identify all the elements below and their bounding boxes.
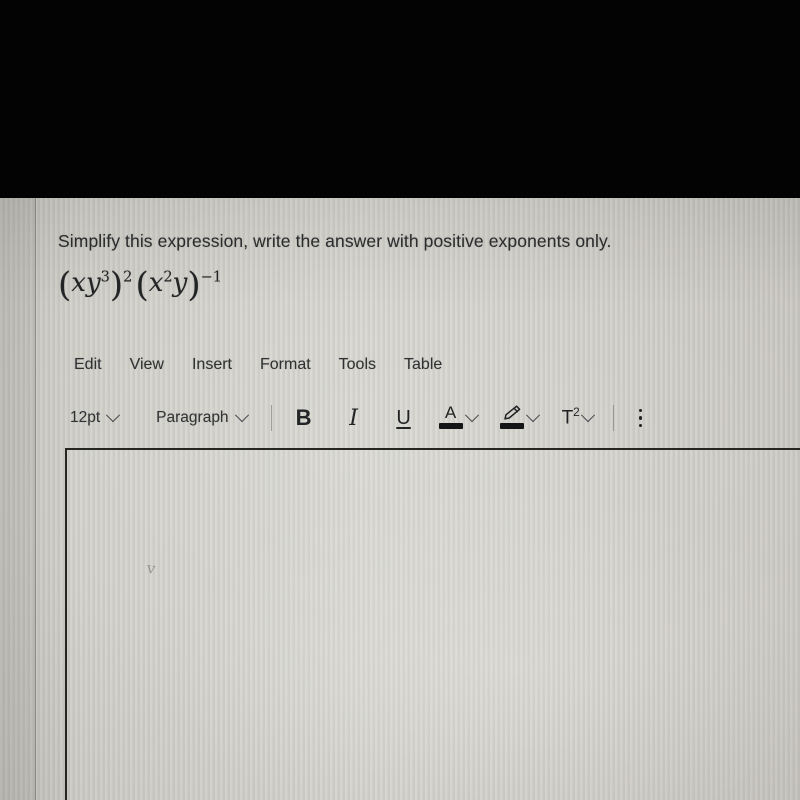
- kebab-dot: [638, 416, 643, 420]
- math-exponent-inner-1: 3: [100, 268, 110, 286]
- text-color-swatch-bar: [438, 423, 463, 429]
- kebab-dot: [638, 408, 643, 413]
- chevron-down-icon[interactable]: [464, 408, 479, 423]
- photographed-screen: Simplify this expression, write the answ…: [0, 198, 800, 800]
- editor-body-text: [67, 450, 800, 488]
- chevron-down-icon[interactable]: [580, 408, 595, 423]
- highlight-color-button[interactable]: [499, 404, 544, 432]
- superscript-button[interactable]: T2: [562, 406, 599, 429]
- screenshot-root: Simplify this expression, write the answ…: [0, 0, 800, 800]
- math-base-y-1: y: [85, 268, 101, 298]
- chevron-down-icon[interactable]: [525, 408, 540, 423]
- menu-item-format[interactable]: Format: [246, 354, 325, 376]
- editor-body-area[interactable]: v: [65, 448, 800, 800]
- math-base-x-2: x: [148, 268, 164, 298]
- math-open-paren-1: (: [58, 265, 72, 305]
- superscript-icon: T2: [562, 406, 580, 429]
- menu-item-tools[interactable]: Tools: [325, 354, 390, 376]
- menu-item-insert[interactable]: Insert: [178, 354, 246, 376]
- superscript-letter: T: [561, 407, 574, 429]
- editor-menubar: Edit View Insert Format Tools Table: [60, 354, 456, 376]
- letterbox-top-band: [0, 0, 800, 198]
- font-size-select[interactable]: 12pt: [60, 408, 128, 427]
- math-expression: (xy3)2(x2y)−1: [58, 268, 222, 302]
- italic-button[interactable]: I: [336, 403, 372, 433]
- math-group-1: (xy3)2: [58, 268, 133, 302]
- kebab-dot: [638, 423, 643, 428]
- math-group-2: (x2y)−1: [135, 268, 223, 302]
- toolbar-divider: [612, 405, 614, 431]
- chevron-down-icon: [106, 408, 121, 423]
- highlighter-pen-glyph: [503, 405, 520, 420]
- menu-item-table[interactable]: Table: [390, 354, 456, 376]
- font-size-value: 12pt: [70, 409, 101, 426]
- screen-smudge-artifact: v: [145, 558, 157, 578]
- math-exponent-outer-1: 2: [123, 268, 133, 286]
- text-color-button[interactable]: A: [438, 404, 483, 432]
- question-prompt: Simplify this expression, write the answ…: [58, 231, 612, 251]
- highlight-color-swatch-bar: [499, 423, 524, 429]
- math-exponent-outer-2: −1: [200, 268, 223, 286]
- superscript-exponent: 2: [573, 406, 580, 420]
- math-close-paren-1: ): [109, 265, 124, 305]
- underline-button[interactable]: U: [386, 403, 422, 433]
- math-open-paren-2: (: [135, 265, 149, 305]
- menu-item-view[interactable]: View: [116, 354, 178, 376]
- editor-toolbar: 12pt Paragraph B I U A T2: [60, 401, 656, 435]
- toolbar-divider: [270, 405, 272, 431]
- block-format-value: Paragraph: [156, 409, 229, 426]
- block-format-select[interactable]: Paragraph: [146, 408, 256, 427]
- bold-button[interactable]: B: [286, 403, 322, 433]
- text-color-icon: A: [438, 404, 464, 432]
- chevron-down-icon: [234, 408, 249, 423]
- math-base-x-1: x: [71, 268, 86, 298]
- math-exponent-inner-2: 2: [163, 268, 173, 286]
- text-color-letter: A: [444, 403, 457, 422]
- page-left-gutter: [0, 198, 35, 800]
- page-content: Simplify this expression, write the answ…: [36, 198, 800, 800]
- more-options-icon[interactable]: [626, 403, 656, 433]
- math-base-y-2: y: [172, 268, 188, 298]
- math-close-paren-2: ): [187, 265, 201, 305]
- highlighter-pen-icon: [499, 404, 525, 432]
- menu-item-edit[interactable]: Edit: [60, 354, 116, 376]
